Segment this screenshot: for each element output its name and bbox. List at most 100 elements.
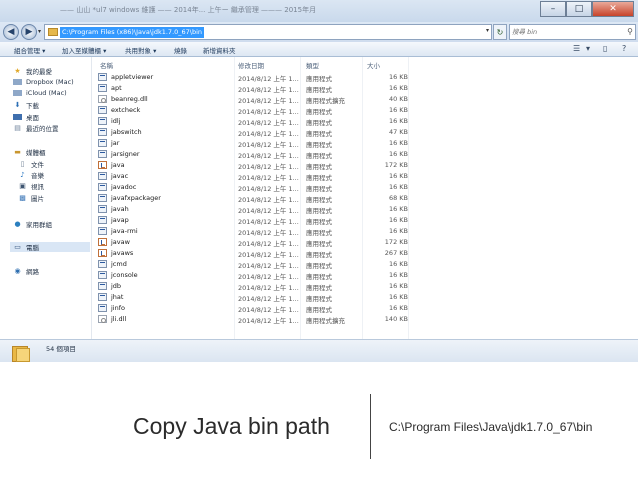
file-type: 應用程式 xyxy=(306,196,332,204)
file-row[interactable]: java-rmi 2014/8/12 上午 1... 應用程式 16 KB xyxy=(97,226,409,237)
back-button[interactable]: ◀ xyxy=(3,24,19,40)
view-options-icon[interactable]: ☰ xyxy=(573,44,580,53)
file-size: 16 KB xyxy=(388,271,408,279)
file-name: jconsole xyxy=(111,271,138,279)
nav-item-network[interactable]: ◉ 網路 xyxy=(13,266,39,276)
search-icon[interactable]: ⚲ xyxy=(627,27,633,36)
nav-item-videos[interactable]: ▣ 視訊 xyxy=(18,181,44,191)
file-list: 名稱 修改日期 類型 大小 appletviewer 2014/8/12 上午 1… xyxy=(93,57,638,339)
nav-item-libraries[interactable]: ▬ 媒體櫃 xyxy=(13,147,45,157)
minimize-button[interactable]: – xyxy=(540,1,566,17)
preview-pane-icon[interactable]: ▯ xyxy=(603,44,607,53)
java-app-icon xyxy=(98,161,107,169)
file-size: 68 KB xyxy=(388,194,408,202)
add-to-library-menu[interactable]: 加入至媒體櫃 ▾ xyxy=(62,45,106,55)
file-row[interactable]: jarsigner 2014/8/12 上午 1... 應用程式 16 KB xyxy=(97,149,409,160)
column-header-size[interactable]: 大小 xyxy=(367,60,380,70)
file-date: 2014/8/12 上午 1... xyxy=(238,108,299,116)
file-name: java-rmi xyxy=(111,227,138,235)
column-header-date[interactable]: 修改日期 xyxy=(238,60,264,70)
file-name: apt xyxy=(111,84,122,92)
file-type: 應用程式 xyxy=(306,86,332,94)
address-bar: ◀ ▶ ▾ C:\Program Files (x86)\Java\jdk1.7… xyxy=(0,22,638,42)
help-icon[interactable]: ? xyxy=(622,44,626,53)
file-size: 16 KB xyxy=(388,216,408,224)
application-icon xyxy=(98,139,107,147)
desktop-icon xyxy=(13,114,22,120)
share-with-menu[interactable]: 共用對象 ▾ xyxy=(125,45,156,55)
computer-icon: ▭ xyxy=(14,243,21,251)
file-row[interactable]: jdb 2014/8/12 上午 1... 應用程式 16 KB xyxy=(97,281,409,292)
search-box[interactable]: ⚲ xyxy=(509,24,636,40)
file-name: jabswitch xyxy=(111,128,142,136)
file-row[interactable]: javap 2014/8/12 上午 1... 應用程式 16 KB xyxy=(97,215,409,226)
file-row[interactable]: appletviewer 2014/8/12 上午 1... 應用程式 16 KB xyxy=(97,72,409,83)
maximize-button[interactable]: □ xyxy=(566,1,592,17)
file-date: 2014/8/12 上午 1... xyxy=(238,229,299,237)
nav-item-recent[interactable]: ▤ 最近的位置 xyxy=(13,123,58,133)
file-row[interactable]: javac 2014/8/12 上午 1... 應用程式 16 KB xyxy=(97,171,409,182)
file-row[interactable]: javadoc 2014/8/12 上午 1... 應用程式 16 KB xyxy=(97,182,409,193)
forward-button[interactable]: ▶ xyxy=(21,24,37,40)
file-row[interactable]: jconsole 2014/8/12 上午 1... 應用程式 16 KB xyxy=(97,270,409,281)
file-date: 2014/8/12 上午 1... xyxy=(238,174,299,182)
column-header-type[interactable]: 類型 xyxy=(306,60,319,70)
file-row[interactable]: java 2014/8/12 上午 1... 應用程式 172 KB xyxy=(97,160,409,171)
file-row[interactable]: jhat 2014/8/12 上午 1... 應用程式 16 KB xyxy=(97,292,409,303)
nav-item-computer[interactable]: ▭ 電腦 xyxy=(10,242,90,252)
application-icon xyxy=(98,73,107,81)
refresh-button[interactable]: ↻ xyxy=(493,24,507,40)
file-row[interactable]: apt 2014/8/12 上午 1... 應用程式 16 KB xyxy=(97,83,409,94)
file-date: 2014/8/12 上午 1... xyxy=(238,152,299,160)
file-row[interactable]: javafxpackager 2014/8/12 上午 1... 應用程式 68 KB xyxy=(97,193,409,204)
organize-menu[interactable]: 組合管理 ▾ xyxy=(14,45,45,55)
nav-item-desktop[interactable]: 桌面 xyxy=(13,112,39,122)
new-folder-button[interactable]: 新增資料夾 xyxy=(203,45,236,55)
burn-button[interactable]: 燒錄 xyxy=(174,45,187,55)
nav-item-dropbox[interactable]: Dropbox (Mac) xyxy=(13,78,74,86)
nav-item-documents[interactable]: ▯ 文件 xyxy=(18,159,44,169)
window-title: —— 山山 *ul7 windows 維護 —— 2014年... 上午ー 繼承… xyxy=(60,6,317,14)
file-row[interactable]: javaws 2014/8/12 上午 1... 應用程式 267 KB xyxy=(97,248,409,259)
file-row[interactable]: jinfo 2014/8/12 上午 1... 應用程式 16 KB xyxy=(97,303,409,314)
file-row[interactable]: idlj 2014/8/12 上午 1... 應用程式 16 KB xyxy=(97,116,409,127)
application-icon xyxy=(98,128,107,136)
file-type: 應用程式 xyxy=(306,152,332,160)
window-controls: – □ ✕ xyxy=(540,1,634,17)
nav-item-homegroup[interactable]: ● 家用群組 xyxy=(13,219,52,229)
address-field[interactable]: C:\Program Files (x86)\Java\jdk1.7.0_67\… xyxy=(44,24,492,40)
file-row[interactable]: beanreg.dll 2014/8/12 上午 1... 應用程式擴充 40 KB xyxy=(97,94,409,105)
file-row[interactable]: extcheck 2014/8/12 上午 1... 應用程式 16 KB xyxy=(97,105,409,116)
file-name: javah xyxy=(111,205,129,213)
nav-item-music[interactable]: ♪ 音樂 xyxy=(18,170,44,180)
chevron-down-icon[interactable]: ▾ xyxy=(486,27,489,34)
file-name: javap xyxy=(111,216,129,224)
application-icon xyxy=(98,260,107,268)
search-input[interactable] xyxy=(512,26,624,38)
recent-pages-dropdown[interactable]: ▾ xyxy=(38,28,41,35)
file-row[interactable]: jar 2014/8/12 上午 1... 應用程式 16 KB xyxy=(97,138,409,149)
file-row[interactable]: jabswitch 2014/8/12 上午 1... 應用程式 47 KB xyxy=(97,127,409,138)
file-date: 2014/8/12 上午 1... xyxy=(238,262,299,270)
navigation-pane: ★ 我的最愛 Dropbox (Mac) iCloud (Mac) ⬇ 下載 桌面 … xyxy=(0,57,92,339)
address-path-text[interactable]: C:\Program Files (x86)\Java\jdk1.7.0_67\… xyxy=(60,27,205,38)
chevron-down-icon[interactable]: ▾ xyxy=(586,44,590,53)
application-icon xyxy=(98,117,107,125)
star-icon: ★ xyxy=(14,67,21,75)
file-size: 172 KB xyxy=(384,161,408,169)
file-size: 16 KB xyxy=(388,172,408,180)
application-icon xyxy=(98,194,107,202)
nav-item-favorites[interactable]: ★ 我的最愛 xyxy=(13,66,52,76)
file-type: 應用程式 xyxy=(306,75,332,83)
close-button[interactable]: ✕ xyxy=(592,1,634,17)
nav-item-pictures[interactable]: ▩ 圖片 xyxy=(18,193,44,203)
file-row[interactable]: jli.dll 2014/8/12 上午 1... 應用程式擴充 140 KB xyxy=(97,314,409,325)
column-header-name[interactable]: 名稱 xyxy=(100,60,113,70)
application-icon xyxy=(98,271,107,279)
file-row[interactable]: javah 2014/8/12 上午 1... 應用程式 16 KB xyxy=(97,204,409,215)
network-icon: ◉ xyxy=(14,267,21,275)
nav-item-downloads[interactable]: ⬇ 下載 xyxy=(13,100,39,110)
file-row[interactable]: jcmd 2014/8/12 上午 1... 應用程式 16 KB xyxy=(97,259,409,270)
nav-item-icloud[interactable]: iCloud (Mac) xyxy=(13,89,67,97)
file-row[interactable]: javaw 2014/8/12 上午 1... 應用程式 172 KB xyxy=(97,237,409,248)
